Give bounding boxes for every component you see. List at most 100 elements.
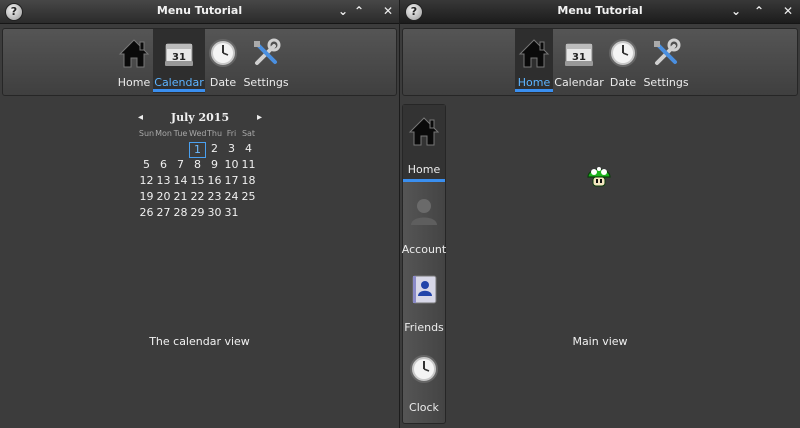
tab-label: Calendar [154, 76, 204, 89]
month-label: July 2015 [170, 111, 230, 124]
calendar-day[interactable]: 6 [155, 158, 172, 174]
minimize-button[interactable]: ⌄ [335, 3, 351, 19]
side-menu-item-account[interactable]: Account [402, 185, 446, 261]
tab-label: Date [609, 76, 637, 89]
side-menu-label: Clock [409, 401, 439, 414]
side-menu-label: Friends [404, 321, 444, 334]
weekday-label: Sat [241, 129, 256, 138]
calendar-day[interactable]: 21 [172, 190, 189, 206]
calendar-day[interactable]: 9 [206, 158, 223, 174]
calendar-day[interactable]: 18 [240, 174, 257, 190]
settings-icon [254, 38, 281, 65]
tab-label: Home [117, 76, 151, 89]
tab-settings[interactable]: Settings [641, 29, 691, 93]
maximize-button[interactable]: ⌃ [751, 3, 767, 19]
minimize-button[interactable]: ⌄ [728, 3, 744, 19]
side-menu-item-home[interactable]: Home [403, 105, 445, 182]
calendar-day[interactable]: 2 [206, 142, 223, 158]
side-menu-label: Home [407, 163, 441, 176]
calendar-widget: ◂ July 2015 ▸ Sun Mon Tue Wed Thu Fri Sat 1234… [137, 110, 263, 222]
calendar-day[interactable]: 3 [223, 142, 240, 158]
maximize-button[interactable]: ⌃ [351, 3, 367, 19]
tab-calendar[interactable]: 31 Calendar [153, 29, 205, 93]
tab-label: Settings [243, 76, 289, 89]
weekday-label: Mon [155, 129, 172, 138]
side-menu-label: Account [401, 243, 447, 256]
calendar-day[interactable]: 26 [138, 206, 155, 222]
active-indicator [153, 89, 205, 92]
calendar-day[interactable]: 5 [138, 158, 155, 174]
svg-text:31: 31 [572, 52, 586, 63]
empty-day-cell [155, 142, 172, 158]
calendar-day[interactable]: 13 [155, 174, 172, 190]
calendar-day[interactable]: 19 [138, 190, 155, 206]
calendar-icon: 31 [565, 43, 593, 66]
weekday-label: Wed [189, 129, 207, 138]
main-toolbar: Home 31 Calendar Date Settings [2, 28, 397, 96]
tab-label: Settings [643, 76, 689, 89]
tab-date[interactable]: Date [205, 29, 241, 93]
side-menu: Home Account Friends Clock [402, 104, 446, 424]
calendar-day[interactable]: 12 [138, 174, 155, 190]
calendar-day[interactable]: 4 [240, 142, 257, 158]
tab-home[interactable]: Home [515, 29, 553, 93]
weekday-label: Thu [206, 129, 223, 138]
tab-date[interactable]: Date [605, 29, 641, 93]
clock-icon [609, 39, 637, 67]
home-icon [118, 39, 150, 68]
calendar-day[interactable]: 30 [206, 206, 223, 222]
tab-calendar[interactable]: 31 Calendar [553, 29, 605, 93]
calendar-day[interactable]: 24 [223, 190, 240, 206]
calendar-header: ◂ July 2015 ▸ [137, 110, 263, 126]
day-grid: 1 2 3 4 5 6 7 8 9 10 11 12 13 14 15 16 17 18 19 20 21 22 23 24 2… [138, 142, 263, 222]
tab-label: Calendar [554, 76, 604, 89]
tab-label: Date [209, 76, 237, 89]
calendar-day[interactable]: 23 [206, 190, 223, 206]
mushroom-icon [587, 167, 611, 187]
home-icon [518, 39, 550, 68]
empty-day-cell [240, 206, 257, 222]
calendar-day[interactable]: 15 [189, 174, 206, 190]
friends-icon [412, 275, 437, 304]
calendar-day[interactable]: 8 [189, 158, 206, 174]
tab-settings[interactable]: Settings [241, 29, 291, 93]
calendar-day[interactable]: 17 [223, 174, 240, 190]
svg-text:31: 31 [172, 52, 186, 63]
weekday-header: Sun Mon Tue Wed Thu Fri Sat [138, 128, 263, 140]
empty-day-cell [172, 142, 189, 158]
side-menu-item-friends[interactable]: Friends [403, 263, 445, 339]
close-button[interactable]: ✕ [780, 3, 796, 19]
main-toolbar: Home 31 Calendar Date Settings [402, 28, 798, 96]
calendar-day[interactable]: 1 [189, 142, 206, 158]
clock-icon [410, 355, 438, 383]
empty-day-cell [138, 142, 155, 158]
account-icon [411, 199, 437, 225]
right-window: ? Menu Tutorial ⌄ ⌃ ✕ Home 31 Calendar D… [400, 0, 800, 428]
weekday-label: Tue [173, 129, 188, 138]
clock-icon [209, 39, 237, 67]
active-indicator [403, 179, 445, 182]
calendar-day[interactable]: 7 [172, 158, 189, 174]
calendar-day[interactable]: 20 [155, 190, 172, 206]
next-month-button[interactable]: ▸ [257, 110, 262, 126]
calendar-day[interactable]: 28 [172, 206, 189, 222]
calendar-day[interactable]: 22 [189, 190, 206, 206]
weekday-label: Sun [138, 129, 155, 138]
calendar-day[interactable]: 29 [189, 206, 206, 222]
calendar-day[interactable]: 25 [240, 190, 257, 206]
settings-icon [654, 38, 681, 65]
tab-home[interactable]: Home [115, 29, 153, 93]
calendar-day[interactable]: 14 [172, 174, 189, 190]
view-caption: The calendar view [149, 335, 250, 348]
calendar-day[interactable]: 11 [240, 158, 257, 174]
calendar-day[interactable]: 16 [206, 174, 223, 190]
calendar-day[interactable]: 10 [223, 158, 240, 174]
weekday-label: Fri [226, 129, 237, 138]
calendar-day[interactable]: 31 [223, 206, 240, 222]
calendar-day[interactable]: 27 [155, 206, 172, 222]
tab-label: Home [517, 76, 551, 89]
close-button[interactable]: ✕ [380, 3, 396, 19]
title-bar[interactable]: ? Menu Tutorial ⌄ ⌃ ✕ [400, 0, 800, 24]
side-menu-item-clock[interactable]: Clock [403, 343, 445, 419]
title-bar[interactable]: ? Menu Tutorial ⌄ ⌃ ✕ [0, 0, 399, 24]
